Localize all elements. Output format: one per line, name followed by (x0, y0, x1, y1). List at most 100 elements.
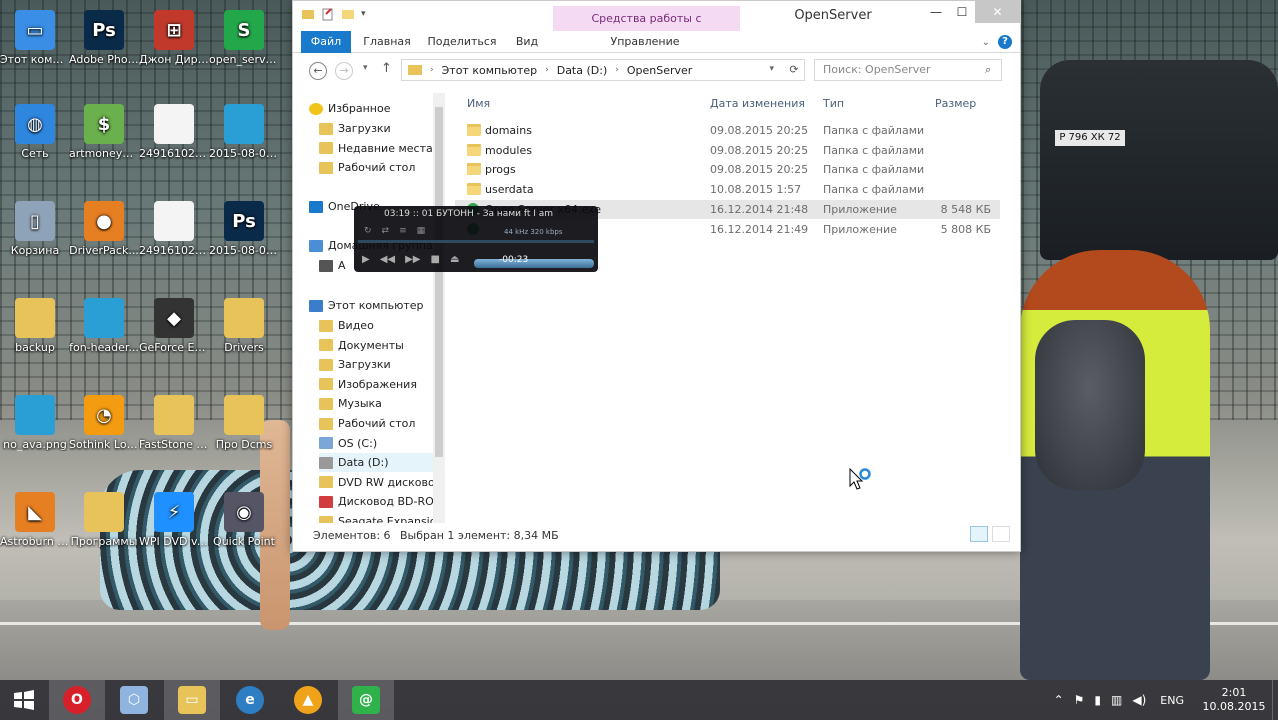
nav-this-pc[interactable]: Этот компьютер (309, 296, 433, 315)
tab-manage[interactable]: Управление (593, 31, 697, 53)
desktop-icon[interactable]: 249161020... (139, 104, 209, 160)
desktop-icon[interactable]: backup (0, 298, 70, 354)
start-button[interactable] (0, 680, 48, 720)
desktop-icon[interactable]: no_ava.png (0, 395, 70, 451)
column-type[interactable]: Тип (823, 97, 844, 110)
flag-icon[interactable]: ⚑ (1074, 693, 1085, 707)
expand-ribbon-icon[interactable]: ⌄ (982, 37, 990, 48)
nav-favorite-item[interactable]: Загрузки (319, 119, 433, 138)
desktop-icon[interactable]: ⚡ WPI DVD v.4.0 by Ro... (139, 492, 209, 548)
nav-pc-item[interactable]: Изображения (319, 375, 433, 394)
column-name[interactable]: Имя (467, 97, 490, 110)
taskbar-opera[interactable]: O (49, 680, 105, 720)
file-row[interactable]: userdata 10.08.2015 1:57 Папка с файлами (455, 180, 1000, 199)
desktop-icon[interactable]: Ps 2015-08-09... (209, 201, 279, 257)
stop-icon[interactable]: ■ (430, 254, 439, 265)
tab-view[interactable]: Вид (509, 31, 545, 53)
player-seek-bar[interactable] (358, 240, 594, 243)
tab-share[interactable]: Поделиться (427, 31, 497, 53)
next-icon[interactable]: ▶▶ (405, 254, 420, 265)
desktop-icon[interactable]: Программы (69, 492, 139, 548)
nav-pc-item[interactable]: Видео (319, 316, 433, 335)
equalizer-icon[interactable]: ▦ (417, 226, 426, 236)
media-player[interactable]: 03:19 :: 01 БУТОНН - За нами ft I am 44 … (354, 206, 598, 272)
folder-icon[interactable] (301, 7, 315, 21)
clock[interactable]: 2:01 10.08.2015 (1202, 686, 1266, 714)
eject-icon[interactable]: ⏏ (450, 254, 459, 265)
show-hidden-icons-icon[interactable]: ⌃ (1054, 693, 1064, 707)
nav-favorite-item[interactable]: Рабочий стол (319, 158, 433, 177)
breadcrumb-this-pc[interactable]: Этот компьютер (442, 64, 538, 77)
close-button[interactable]: ✕ (975, 1, 1020, 23)
chevron-down-icon[interactable]: ▾ (361, 9, 366, 19)
desktop-icon[interactable]: ▯ Корзина (0, 201, 70, 257)
column-size[interactable]: Размер (935, 97, 976, 110)
nav-pc-item[interactable]: Seagate Expansio (319, 512, 433, 523)
taskbar-ie[interactable]: e (222, 680, 278, 720)
nav-pc-item[interactable]: Загрузки (319, 355, 433, 374)
properties-icon[interactable] (321, 7, 335, 21)
large-icons-view-icon[interactable] (992, 526, 1010, 542)
back-button[interactable]: ← (309, 62, 327, 80)
desktop-icon[interactable]: ◔ Sothink Logo Maker Prof... (69, 395, 139, 451)
nav-pc-item[interactable]: Дисковод BD-RO (319, 492, 433, 511)
player-time-bar[interactable] (474, 259, 594, 268)
new-folder-icon[interactable] (341, 7, 355, 21)
shuffle-icon[interactable]: ⇄ (382, 226, 390, 236)
desktop-icon[interactable]: ◉ Quick Point (209, 492, 279, 548)
nav-pc-item[interactable]: Data (D:) (319, 453, 433, 473)
desktop-icon[interactable]: fon-header... (69, 298, 139, 354)
battery-icon[interactable]: ▮ (1094, 693, 1101, 707)
column-date[interactable]: Дата изменения (710, 97, 805, 110)
explorer-window[interactable]: ▾ Средства работы с приложениями OpenSer… (292, 0, 1021, 552)
help-icon[interactable]: ? (998, 35, 1012, 49)
nav-scrollbar[interactable] (433, 93, 445, 523)
desktop-icon[interactable]: ● DriverPack... (69, 201, 139, 257)
taskbar-virtualbox[interactable]: ⬡ (106, 680, 162, 720)
details-view-icon[interactable] (970, 526, 988, 542)
desktop-icon[interactable]: ◍ Сеть (0, 104, 70, 160)
maximize-button[interactable]: ☐ (947, 1, 977, 23)
file-row[interactable]: modules 09.08.2015 20:25 Папка с файлами (455, 141, 1000, 160)
volume-icon[interactable]: ◀) (1132, 693, 1146, 707)
file-row[interactable]: progs 09.08.2015 20:25 Папка с файлами (455, 160, 1000, 179)
file-row[interactable]: domains 09.08.2015 20:25 Папка с файлами (455, 121, 1000, 140)
taskbar-avast[interactable]: ▲ (280, 680, 336, 720)
desktop-icon[interactable]: Про Dcms (209, 395, 279, 451)
nav-favorite-item[interactable]: Недавние места (319, 139, 433, 158)
repeat-icon[interactable]: ↻ (364, 226, 372, 236)
address-bar[interactable]: › Этот компьютер › Data (D:) › OpenServe… (401, 59, 805, 81)
address-dropdown-icon[interactable]: ▾ (769, 64, 774, 74)
search-input[interactable]: Поиск: OpenServer (814, 59, 1002, 81)
desktop-icon[interactable]: Sopen_server... (209, 10, 279, 66)
desktop-icon[interactable]: FastStone Capture 8.... (139, 395, 209, 451)
tab-file[interactable]: Файл (301, 31, 351, 53)
forward-button[interactable]: → (335, 62, 353, 80)
desktop-icon[interactable]: Ps Adobe Photoshop ... (69, 10, 139, 66)
nav-pc-item[interactable]: Рабочий стол (319, 414, 433, 433)
playlist-icon[interactable]: ≡ (399, 226, 407, 236)
breadcrumb-openserver[interactable]: OpenServer (627, 64, 692, 77)
tab-home[interactable]: Главная (359, 31, 415, 53)
taskbar-explorer[interactable]: ▭ (164, 680, 220, 720)
desktop-icon[interactable]: 2015-08-09... (209, 104, 279, 160)
nav-favorites[interactable]: Избранное (309, 99, 433, 118)
recent-locations-icon[interactable]: ▾ (363, 63, 368, 73)
nav-pc-item[interactable]: OS (C:) (319, 434, 433, 453)
language-indicator[interactable]: ENG (1160, 694, 1184, 707)
taskbar-mailru[interactable]: @ (338, 680, 394, 720)
up-button[interactable]: ↑ (381, 61, 392, 76)
breadcrumb-drive-d[interactable]: Data (D:) (557, 64, 608, 77)
desktop-icon[interactable]: ▭ Этот компьютер (0, 10, 70, 66)
desktop-icon[interactable]: Drivers (209, 298, 279, 354)
search-icon[interactable]: ⌕ (985, 63, 1014, 77)
show-desktop-button[interactable] (1272, 680, 1278, 720)
play-icon[interactable]: ▶ (362, 254, 370, 265)
desktop-icon[interactable]: ⊞ Джон Дир 1510E.pdf (139, 10, 209, 66)
desktop-icon[interactable]: ◆ GeForce Experience (139, 298, 209, 354)
previous-icon[interactable]: ◀◀ (380, 254, 395, 265)
desktop-icon[interactable]: ◣ Astroburn Pro (0, 492, 70, 548)
desktop-icon[interactable]: $ artmoney7... (69, 104, 139, 160)
nav-pc-item[interactable]: Музыка (319, 394, 433, 413)
title-bar[interactable]: ▾ Средства работы с приложениями OpenSer… (293, 1, 1020, 50)
